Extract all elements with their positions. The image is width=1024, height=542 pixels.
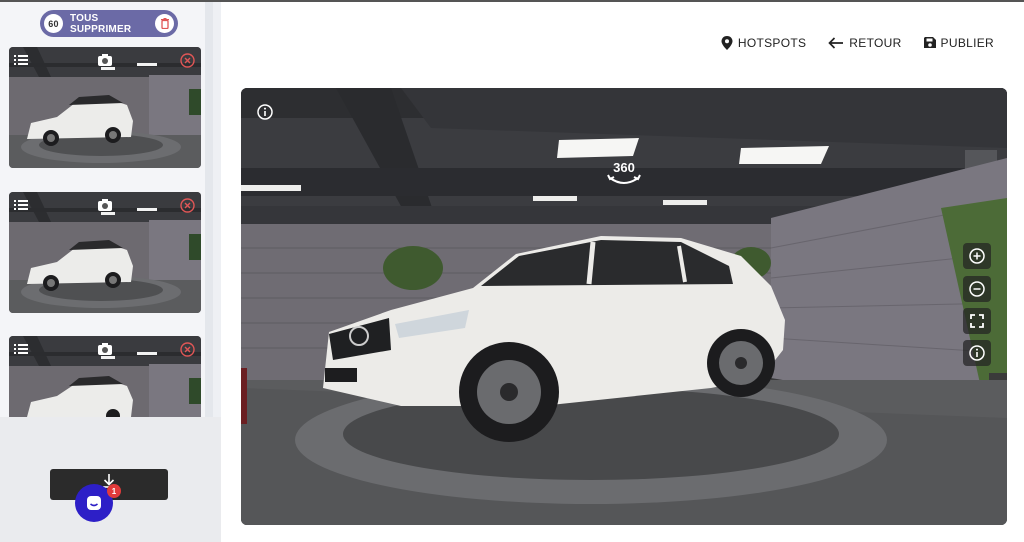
view-360-label: 360: [613, 160, 635, 175]
back-button[interactable]: RETOUR: [828, 36, 901, 50]
arrow-left-icon: [828, 37, 844, 49]
delete-photo-icon[interactable]: [180, 198, 195, 213]
plus-circle-icon: [969, 248, 985, 264]
zoom-in-button[interactable]: [963, 243, 991, 269]
thumbnail-photo-2[interactable]: [9, 192, 201, 313]
chat-icon: [87, 496, 101, 510]
rotate-360-icon: [607, 174, 641, 184]
delete-all-button[interactable]: 60 TOUS SUPPRIMER: [40, 10, 178, 37]
panorama-image: [241, 88, 1007, 525]
list-icon[interactable]: [14, 199, 28, 211]
editor-toolbar: HOTSPOTS RETOUR PUBLIER: [721, 36, 994, 50]
trash-icon: [155, 14, 174, 33]
delete-photo-icon[interactable]: [180, 53, 195, 68]
chat-notification-badge: 1: [107, 484, 121, 498]
info-circle-icon: [969, 345, 985, 361]
zoom-out-button[interactable]: [963, 276, 991, 302]
camera-icon[interactable]: [97, 53, 113, 67]
save-icon: [923, 37, 936, 48]
publish-button[interactable]: PUBLIER: [923, 36, 994, 50]
view-360-indicator: 360: [603, 161, 645, 187]
delete-photo-icon[interactable]: [180, 342, 195, 357]
publish-label: PUBLIER: [940, 36, 994, 50]
thumbnail-photo-3[interactable]: [9, 336, 201, 417]
back-label: RETOUR: [849, 36, 902, 50]
fullscreen-button[interactable]: [963, 308, 991, 334]
photo-sidebar: 60 TOUS SUPPRIMER 1: [0, 2, 221, 542]
list-icon[interactable]: [14, 54, 28, 66]
delete-all-label: TOUS SUPPRIMER: [70, 12, 132, 35]
camera-icon[interactable]: [97, 342, 113, 356]
panorama-viewer[interactable]: 360: [241, 88, 1007, 525]
list-icon[interactable]: [14, 343, 28, 355]
thumbnail-photo-1[interactable]: [9, 47, 201, 168]
camera-icon[interactable]: [97, 198, 113, 212]
photo-count-badge: 60: [44, 14, 63, 33]
info-icon[interactable]: [257, 104, 273, 120]
map-pin-icon: [721, 36, 733, 50]
hotspots-label: HOTSPOTS: [737, 36, 807, 50]
fullscreen-icon: [970, 314, 984, 328]
hotspots-button[interactable]: HOTSPOTS: [721, 36, 806, 50]
viewer-info-button[interactable]: [963, 340, 991, 366]
minus-circle-icon: [969, 281, 985, 297]
